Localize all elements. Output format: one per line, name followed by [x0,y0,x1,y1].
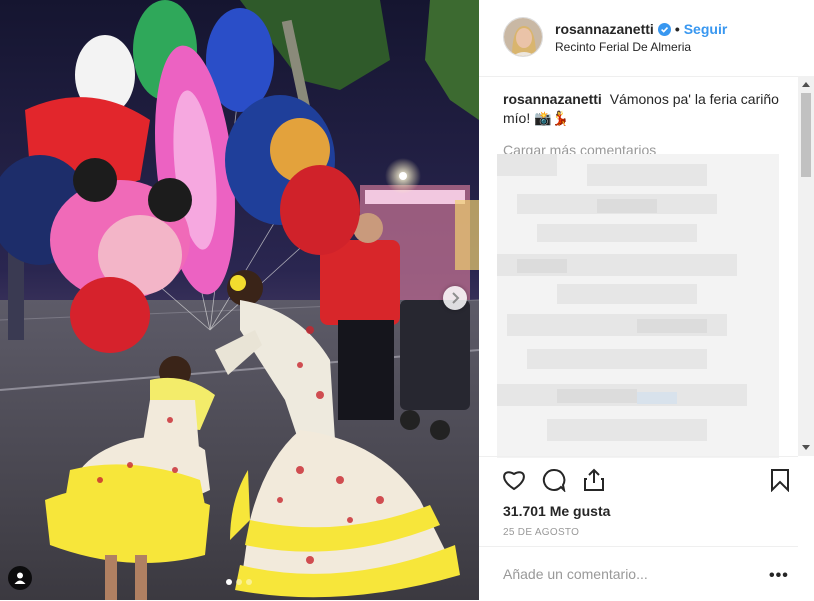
save-button[interactable] [765,465,795,495]
carousel-dot [236,579,242,585]
add-comment-bar: Añade un comentario... ••• [479,546,798,601]
comments-section: rosannazanetti Vámonos pa' la feria cari… [503,90,793,158]
photo-scene [0,0,479,600]
comment-input[interactable]: Añade un comentario... [503,566,648,582]
scroll-down-arrow-icon[interactable] [798,440,814,456]
avatar-image [504,18,542,56]
comment-icon [542,468,566,492]
post-actions: 31.701 Me gusta 25 DE AGOSTO [479,456,798,547]
avatar[interactable] [503,17,543,57]
username-link[interactable]: rosannazanetti [555,21,654,37]
share-icon [584,468,604,491]
separator: • [674,21,680,37]
likes-count[interactable]: 31.701 Me gusta [503,503,610,519]
comment-button[interactable] [539,465,569,495]
user-line: rosannazanetti • Seguir [555,21,727,37]
heart-icon [503,471,525,491]
caption-username-link[interactable]: rosannazanetti [503,91,602,107]
share-button[interactable] [579,465,609,495]
post-date[interactable]: 25 DE AGOSTO [503,527,579,538]
user-tag-icon [14,572,26,584]
chevron-right-icon [452,292,460,304]
more-options-button[interactable]: ••• [769,567,789,585]
verified-badge-icon [657,22,671,36]
scroll-up-arrow-icon[interactable] [798,76,814,92]
pixelated-area [497,154,779,458]
tagged-users-button[interactable] [8,566,32,590]
carousel-dot [226,579,232,585]
location-link[interactable]: Recinto Ferial De Almeria [555,40,691,54]
scrollbar-thumb[interactable] [801,93,811,177]
carousel-dot [246,579,252,585]
caption: rosannazanetti Vámonos pa' la feria cari… [503,90,793,128]
blurred-comments [497,154,779,458]
like-button[interactable] [499,465,529,495]
next-photo-button[interactable] [443,286,467,310]
post-photo[interactable] [0,0,479,600]
carousel-dots [226,579,252,585]
bookmark-icon [771,469,789,492]
post-header: rosannazanetti • Seguir Recinto Ferial D… [479,0,798,77]
comments-scrollbar[interactable] [798,76,814,456]
follow-button[interactable]: Seguir [684,21,728,37]
